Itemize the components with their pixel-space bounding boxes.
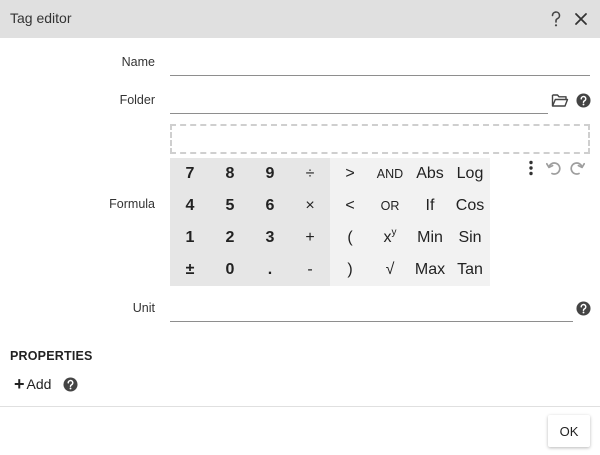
key-power-base: x — [383, 229, 392, 246]
help-icon[interactable] — [546, 9, 566, 29]
properties-heading: PROPERTIES — [10, 349, 93, 363]
folder-field[interactable] — [170, 92, 548, 114]
key-open-paren[interactable]: ( — [330, 222, 370, 254]
folder-browse-icon[interactable] — [550, 90, 570, 110]
key-divide[interactable]: ÷ — [290, 158, 330, 190]
key-minus[interactable]: - — [290, 254, 330, 286]
name-label: Name — [121, 55, 155, 69]
key-1[interactable]: 1 — [170, 222, 210, 254]
key-cos[interactable]: Cos — [450, 190, 490, 222]
key-2[interactable]: 2 — [210, 222, 250, 254]
key-0[interactable]: 0 — [210, 254, 250, 286]
folder-help-icon[interactable] — [573, 90, 593, 110]
add-property-button[interactable]: + Add — [14, 374, 51, 394]
key-sqrt[interactable]: √ — [370, 254, 410, 286]
unit-help-icon[interactable] — [573, 298, 593, 318]
key-multiply[interactable]: × — [290, 190, 330, 222]
key-power[interactable]: xy — [370, 222, 410, 254]
key-greater-than[interactable]: > — [330, 158, 370, 190]
folder-input[interactable] — [170, 92, 548, 113]
properties-help-icon[interactable] — [60, 374, 80, 394]
add-property-label: Add — [26, 376, 52, 392]
key-7[interactable]: 7 — [170, 158, 210, 190]
key-max[interactable]: Max — [410, 254, 450, 286]
key-9[interactable]: 9 — [250, 158, 290, 190]
key-min[interactable]: Min — [410, 222, 450, 254]
name-field[interactable] — [170, 54, 590, 76]
unit-input[interactable] — [170, 300, 573, 321]
key-close-paren[interactable]: ) — [330, 254, 370, 286]
folder-label: Folder — [119, 93, 155, 107]
key-abs[interactable]: Abs — [410, 158, 450, 190]
formula-input-area[interactable] — [170, 124, 590, 154]
dialog-titlebar: Tag editor — [0, 0, 600, 38]
unit-field[interactable] — [170, 300, 573, 322]
key-5[interactable]: 5 — [210, 190, 250, 222]
key-sin[interactable]: Sin — [450, 222, 490, 254]
plus-icon: + — [14, 374, 25, 394]
more-options-icon[interactable] — [521, 158, 541, 178]
key-3[interactable]: 3 — [250, 222, 290, 254]
unit-label: Unit — [132, 301, 155, 315]
dialog-title: Tag editor — [10, 10, 72, 26]
undo-icon[interactable] — [544, 158, 564, 178]
footer-divider — [0, 406, 600, 407]
key-6[interactable]: 6 — [250, 190, 290, 222]
key-8[interactable]: 8 — [210, 158, 250, 190]
key-4[interactable]: 4 — [170, 190, 210, 222]
formula-keypad: 7 8 9 ÷ > AND Abs Log 4 5 6 × < OR If Co… — [170, 158, 490, 286]
key-and[interactable]: AND — [370, 158, 410, 190]
key-plus[interactable]: + — [290, 222, 330, 254]
key-if[interactable]: If — [410, 190, 450, 222]
key-tan[interactable]: Tan — [450, 254, 490, 286]
ok-button[interactable]: OK — [548, 415, 590, 447]
key-plus-minus[interactable]: ± — [170, 254, 210, 286]
key-or[interactable]: OR — [370, 190, 410, 222]
formula-label: Formula — [109, 197, 155, 211]
key-log[interactable]: Log — [450, 158, 490, 190]
key-decimal[interactable]: . — [250, 254, 290, 286]
key-less-than[interactable]: < — [330, 190, 370, 222]
close-icon[interactable] — [571, 9, 591, 29]
name-input[interactable] — [170, 54, 590, 75]
redo-icon[interactable] — [567, 158, 587, 178]
key-power-exponent: y — [391, 226, 397, 238]
